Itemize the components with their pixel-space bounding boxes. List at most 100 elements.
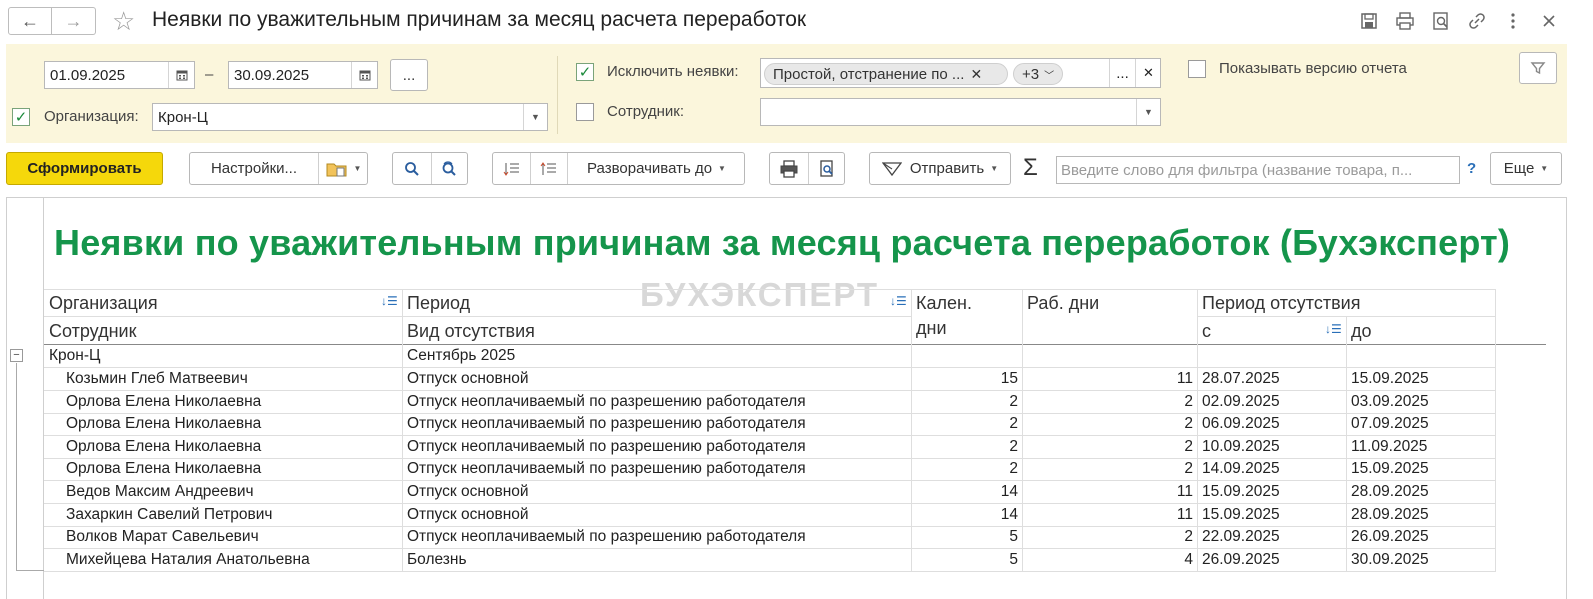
header-period[interactable]: Период: [407, 293, 470, 314]
collapse-group-icon[interactable]: −: [10, 349, 23, 362]
sort-icon[interactable]: ↓☰: [1325, 322, 1342, 336]
panel-divider: [557, 56, 558, 134]
find-button[interactable]: [393, 153, 431, 184]
calendar-icon[interactable]: [168, 62, 194, 88]
print-preview-button[interactable]: [808, 153, 845, 184]
header-to[interactable]: до: [1351, 321, 1372, 342]
variants-button[interactable]: ▼: [318, 153, 368, 184]
cell-date-to: 07.09.2025: [1351, 415, 1429, 432]
link-icon[interactable]: [1466, 10, 1488, 32]
cell-work-days: 11: [1176, 506, 1193, 523]
printer-icon: [780, 159, 798, 178]
more-button[interactable]: Еще ▼: [1490, 152, 1562, 185]
cell-absence-type: Отпуск неоплачиваемый по разрешению рабо…: [407, 393, 806, 410]
sort-icon[interactable]: ↓☰: [890, 294, 907, 308]
find-next-button[interactable]: [431, 153, 468, 184]
exclude-absences-field[interactable]: Простой, отстранение по ... ✕ +3 ﹀ ... ✕: [760, 58, 1161, 88]
header-employee[interactable]: Сотрудник: [49, 321, 136, 342]
exclude-absences-label: Исключить неявки:: [607, 63, 739, 80]
expand-icon: [540, 161, 556, 175]
sort-icon[interactable]: ↓☰: [381, 294, 398, 308]
expand-to-button[interactable]: Разворачивать до ▼: [567, 153, 745, 184]
settings-button[interactable]: Настройки...: [190, 153, 318, 184]
more-icon[interactable]: [1502, 10, 1524, 32]
cell-absence-type: Отпуск основной: [407, 483, 529, 500]
calendar-icon[interactable]: [351, 62, 377, 88]
cell-date-to: 15.09.2025: [1351, 460, 1429, 477]
remove-tag-icon[interactable]: ✕: [970, 66, 982, 83]
cell-date-to: 03.09.2025: [1351, 393, 1429, 410]
cell-calendar-days: 2: [1009, 415, 1018, 432]
tree-line: [16, 570, 44, 571]
show-version-checkbox[interactable]: [1188, 60, 1206, 78]
cell-employee: Орлова Елена Николаевна: [66, 460, 262, 477]
cell-calendar-days: 5: [1009, 551, 1018, 568]
header-from[interactable]: с: [1202, 321, 1211, 342]
clear-icon[interactable]: ✕: [1135, 59, 1161, 87]
row-line: [44, 367, 1496, 368]
save-icon[interactable]: [1358, 10, 1380, 32]
chevron-down-icon[interactable]: ▼: [523, 104, 547, 130]
row-line: [44, 526, 1496, 527]
expand-groups-button[interactable]: [530, 153, 567, 184]
exclude-absences-checkbox[interactable]: ✓: [576, 63, 594, 81]
cell-date-from: 26.09.2025: [1202, 551, 1280, 568]
header-bottom-line: [44, 344, 1546, 345]
cell-absence-type: Отпуск основной: [407, 506, 529, 523]
row-line: [44, 571, 1496, 572]
folder-icon: [326, 163, 347, 176]
cell-work-days: 2: [1184, 460, 1193, 477]
employee-field[interactable]: ▼: [760, 98, 1161, 126]
forward-button[interactable]: →: [52, 7, 96, 35]
cell-calendar-days: 5: [1009, 528, 1018, 545]
filter-search-input[interactable]: Введите слово для фильтра (название това…: [1056, 156, 1460, 184]
cell-work-days: 2: [1184, 393, 1193, 410]
back-button[interactable]: ←: [8, 7, 52, 35]
send-icon: [881, 161, 902, 176]
employee-label: Сотрудник:: [607, 103, 685, 120]
header-calendar-days-line1[interactable]: Кален.: [916, 293, 972, 314]
exclude-more-tag[interactable]: +3 ﹀: [1013, 63, 1064, 85]
preview-icon: [820, 159, 833, 177]
send-button[interactable]: Отправить ▼: [869, 152, 1011, 185]
cell-date-from: 14.09.2025: [1202, 460, 1280, 477]
grid-line: [1197, 289, 1198, 571]
date-to-field[interactable]: 30.09.2025: [228, 61, 378, 89]
show-version-label: Показывать версию отчета: [1219, 60, 1407, 77]
date-from-field[interactable]: 01.09.2025: [44, 61, 195, 89]
print-button[interactable]: [770, 153, 808, 184]
exclude-tag[interactable]: Простой, отстранение по ... ✕: [764, 63, 1008, 85]
generate-button[interactable]: Сформировать: [6, 152, 163, 185]
select-absences-button[interactable]: ...: [1109, 59, 1135, 87]
chevron-down-icon: ﹀: [1044, 70, 1055, 82]
cell-calendar-days: 2: [1009, 438, 1018, 455]
employee-checkbox[interactable]: [576, 103, 594, 121]
select-period-button[interactable]: ...: [390, 59, 428, 91]
header-calendar-days-line2: дни: [916, 318, 947, 338]
date-separator: –: [205, 66, 214, 83]
cell-work-days: 11: [1176, 370, 1193, 387]
organization-checkbox[interactable]: ✓: [12, 108, 30, 126]
watermark: БУХЭКСПЕРТ: [640, 276, 880, 313]
print-icon[interactable]: [1394, 10, 1416, 32]
favorite-star-icon[interactable]: ☆: [112, 6, 135, 36]
row-line: [44, 480, 1496, 481]
chevron-down-icon[interactable]: ▼: [1136, 99, 1160, 125]
header-organization[interactable]: Организация: [49, 293, 158, 314]
close-icon[interactable]: [1538, 10, 1560, 32]
cell-calendar-days: 2: [1009, 393, 1018, 410]
funnel-icon: [1530, 62, 1546, 75]
organization-field[interactable]: Крон-Ц ▼: [152, 103, 548, 131]
filter-settings-button[interactable]: [1519, 52, 1557, 84]
collapse-groups-button[interactable]: [493, 153, 530, 184]
cell-employee: Орлова Елена Николаевна: [66, 393, 262, 410]
cell-employee: Михейцева Наталия Анатольевна: [66, 551, 310, 568]
cell-date-from: 15.09.2025: [1202, 506, 1280, 523]
sum-icon[interactable]: Σ: [1023, 154, 1038, 182]
preview-icon[interactable]: [1430, 10, 1452, 32]
cell-work-days: 4: [1184, 551, 1193, 568]
cell-date-to: 11.09.2025: [1351, 438, 1428, 455]
help-icon[interactable]: ?: [1467, 160, 1476, 177]
header-absence-type[interactable]: Вид отсутствия: [407, 321, 535, 342]
header-work-days[interactable]: Раб. дни: [1027, 293, 1099, 314]
